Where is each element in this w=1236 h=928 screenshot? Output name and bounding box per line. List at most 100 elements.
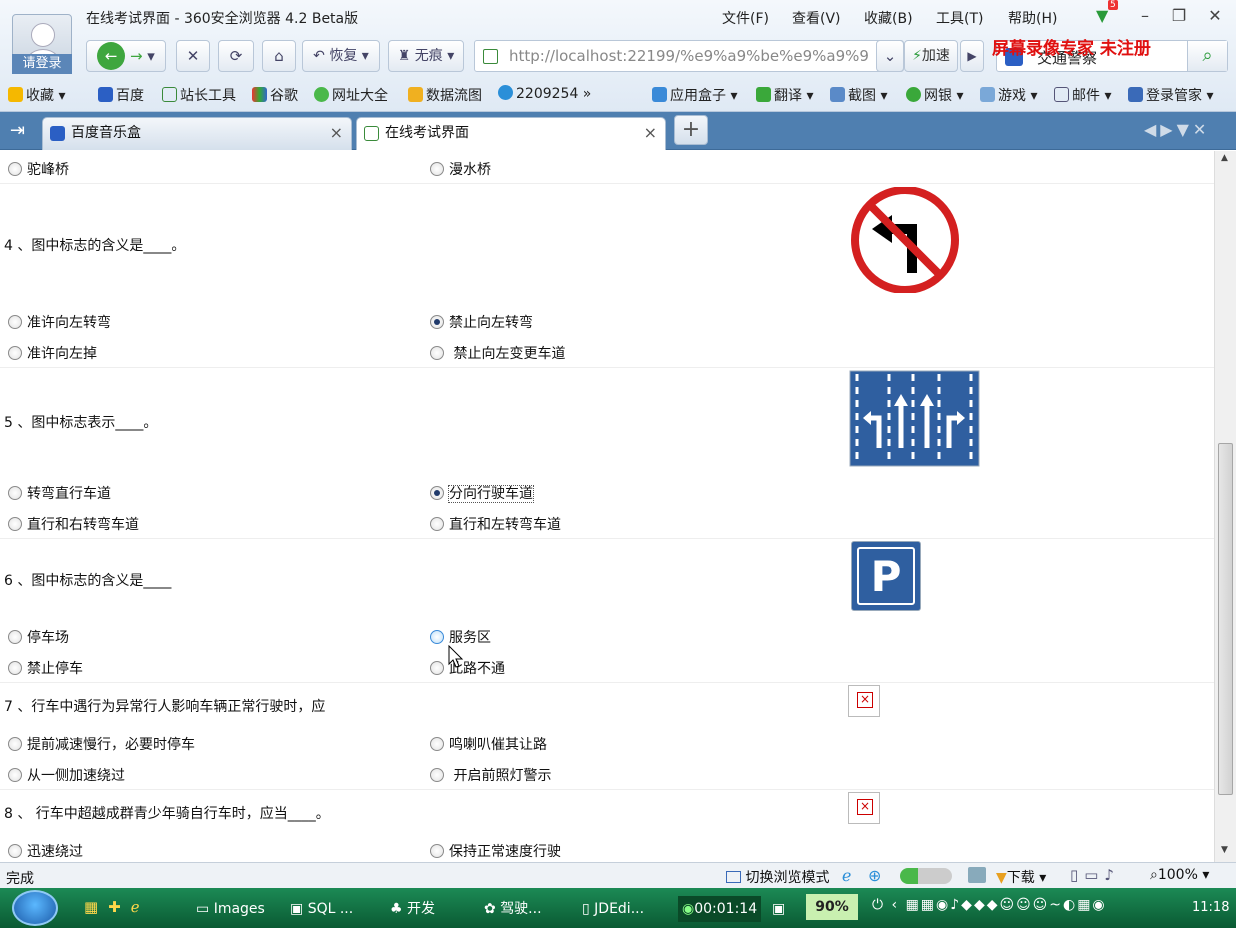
new-tab-button[interactable]: + <box>674 115 708 145</box>
task-driving[interactable]: ✿ 驾驶... <box>484 896 542 922</box>
fav-baidu[interactable]: 百度 <box>98 85 144 105</box>
radio-button[interactable] <box>8 630 22 644</box>
q5-option-d[interactable]: 直行和左转弯车道 <box>430 514 561 534</box>
refresh-icon[interactable]: ⟳ <box>218 40 254 72</box>
maximize-icon[interactable]: ❐ <box>1168 6 1190 26</box>
vertical-scrollbar[interactable]: ▲ ▼ <box>1214 151 1236 862</box>
q6-option-d[interactable]: 此路不通 <box>430 658 505 678</box>
privacy-button[interactable]: ♜ 无痕 ▾ <box>388 40 464 72</box>
switch-mode-button[interactable]: 切换浏览模式 <box>726 867 829 887</box>
ie-icon[interactable]: ℯ <box>842 866 851 885</box>
q5-option-c[interactable]: 直行和右转弯车道 <box>8 514 139 534</box>
login-manager-button[interactable]: 登录管家 ▾ <box>1128 85 1213 105</box>
fav-google[interactable]: 谷歌 <box>252 85 298 105</box>
radio-button[interactable] <box>8 517 22 531</box>
task-sql[interactable]: ▣ SQL ... <box>290 896 353 922</box>
fav-dataflow[interactable]: 数据流图 <box>408 85 482 105</box>
radio-button[interactable] <box>430 517 444 531</box>
close-window-icon[interactable]: ✕ <box>1204 6 1226 26</box>
radio-button[interactable] <box>8 486 22 500</box>
scroll-down-icon[interactable]: ▼ <box>1221 845 1228 855</box>
radio-button[interactable] <box>8 844 22 858</box>
sidebar-toggle-icon[interactable]: ⇥ <box>10 120 25 141</box>
url-dropdown-icon[interactable]: ⌄ <box>876 40 904 72</box>
q5-option-a[interactable]: 转弯直行车道 <box>8 483 111 503</box>
update-icon[interactable]: ▼ 5 <box>1096 0 1118 25</box>
q4-option-c[interactable]: 准许向左掉 <box>8 343 97 363</box>
tray-icons[interactable]: ⏻ ‹ ▦▦◉♪◆◆◆☺☺☺~◐▦◉ <box>872 897 1107 913</box>
q4-option-b[interactable]: 禁止向左转弯 <box>430 312 533 332</box>
translate-button[interactable]: 翻译 ▾ <box>756 85 813 105</box>
url-input[interactable]: http://localhost:22199/%e9%a9%be%e9%a9%9… <box>509 47 869 65</box>
q4-option-d[interactable]: 禁止向左变更车道 <box>430 343 565 363</box>
scrollbar-thumb[interactable] <box>1218 443 1233 795</box>
games-button[interactable]: 游戏 ▾ <box>980 85 1037 105</box>
stop-icon[interactable]: ✕ <box>176 40 210 72</box>
radio-button[interactable] <box>430 346 444 360</box>
security-icon[interactable]: ⊕ <box>868 866 881 885</box>
radio-button[interactable] <box>430 661 444 675</box>
q3-option-b[interactable]: 漫水桥 <box>430 159 491 179</box>
q8-option-a[interactable]: 迅速绕过 <box>8 841 83 861</box>
radio-button[interactable] <box>8 661 22 675</box>
radio-button[interactable] <box>430 768 444 782</box>
task-recorder[interactable]: ◉00:01:14 <box>678 896 762 922</box>
back-icon[interactable]: ← <box>97 42 126 70</box>
favorites-button[interactable]: 收藏 ▾ <box>8 85 65 105</box>
menu-favorites[interactable]: 收藏(B) <box>864 8 913 28</box>
fav-directory[interactable]: 网址大全 <box>314 85 388 105</box>
minimize-icon[interactable]: – <box>1134 6 1156 26</box>
login-label[interactable]: 请登录 <box>12 54 72 74</box>
radio-button[interactable] <box>430 162 444 176</box>
close-tab-icon[interactable]: × <box>330 118 343 148</box>
tab-online-exam[interactable]: 在线考试界面 × <box>356 117 666 150</box>
radio-button-hover[interactable] <box>430 630 444 644</box>
radio-button[interactable] <box>8 346 22 360</box>
radio-button-selected[interactable] <box>430 315 444 329</box>
app-box-button[interactable]: 应用盒子 ▾ <box>652 85 737 105</box>
search-icon[interactable]: ⌕ <box>1187 41 1227 71</box>
quicklaunch-icons[interactable]: ▦✚ℯ <box>84 898 150 916</box>
tab-nav-icons[interactable]: ◀▶▼✕ <box>1144 120 1210 139</box>
screenshot-button[interactable]: 截图 ▾ <box>830 85 887 105</box>
menu-tools[interactable]: 工具(T) <box>936 8 983 28</box>
zoom-control[interactable]: ⌕100% ▾ <box>1150 867 1209 883</box>
status-icons[interactable]: ▯▭♪ <box>1070 866 1120 884</box>
q3-option-a[interactable]: 驼峰桥 <box>8 159 69 179</box>
go-icon[interactable]: ▶ <box>960 40 984 72</box>
bank-button[interactable]: 网银 ▾ <box>906 85 963 105</box>
radio-button[interactable] <box>8 315 22 329</box>
fav-webmaster[interactable]: 站长工具 <box>162 85 236 105</box>
tools-icon[interactable] <box>968 867 986 883</box>
q5-option-b[interactable]: 分向行驶车道 <box>430 483 534 503</box>
scroll-up-icon[interactable]: ▲ <box>1221 153 1228 163</box>
q6-option-c[interactable]: 禁止停车 <box>8 658 83 678</box>
start-button[interactable] <box>12 890 58 926</box>
menu-view[interactable]: 查看(V) <box>792 8 841 28</box>
q7-option-c[interactable]: 从一侧加速绕过 <box>8 765 125 785</box>
q7-option-d[interactable]: 开启前照灯警示 <box>430 765 551 785</box>
speed-button[interactable]: ⚡加速 <box>904 40 958 72</box>
back-forward-button[interactable]: ← → ▾ <box>86 40 166 72</box>
q6-option-b[interactable]: 服务区 <box>430 627 491 647</box>
task-dev[interactable]: ♣ 开发 <box>390 896 435 922</box>
download-button[interactable]: ▼下载 ▾ <box>996 867 1046 887</box>
fav-2209254[interactable]: 2209254 » <box>498 85 591 102</box>
task-jdedit[interactable]: ▯ JDEdi... <box>582 896 644 922</box>
q7-option-b[interactable]: 鸣喇叭催其让路 <box>430 734 547 754</box>
radio-button[interactable] <box>430 844 444 858</box>
forward-icon[interactable]: → <box>130 47 143 65</box>
q7-option-a[interactable]: 提前减速慢行，必要时停车 <box>8 734 195 754</box>
close-tab-icon[interactable]: × <box>644 118 657 148</box>
radio-button[interactable] <box>430 737 444 751</box>
menu-file[interactable]: 文件(F) <box>722 8 769 28</box>
radio-button[interactable] <box>8 737 22 751</box>
mail-button[interactable]: 邮件 ▾ <box>1054 85 1111 105</box>
home-icon[interactable]: ⌂ <box>262 40 296 72</box>
radio-button[interactable] <box>8 768 22 782</box>
radio-button[interactable] <box>8 162 22 176</box>
radio-button-selected[interactable] <box>430 486 444 500</box>
restore-button[interactable]: ↶ 恢复 ▾ <box>302 40 380 72</box>
q6-option-a[interactable]: 停车场 <box>8 627 69 647</box>
task-pinned[interactable]: ▣ <box>772 896 785 922</box>
